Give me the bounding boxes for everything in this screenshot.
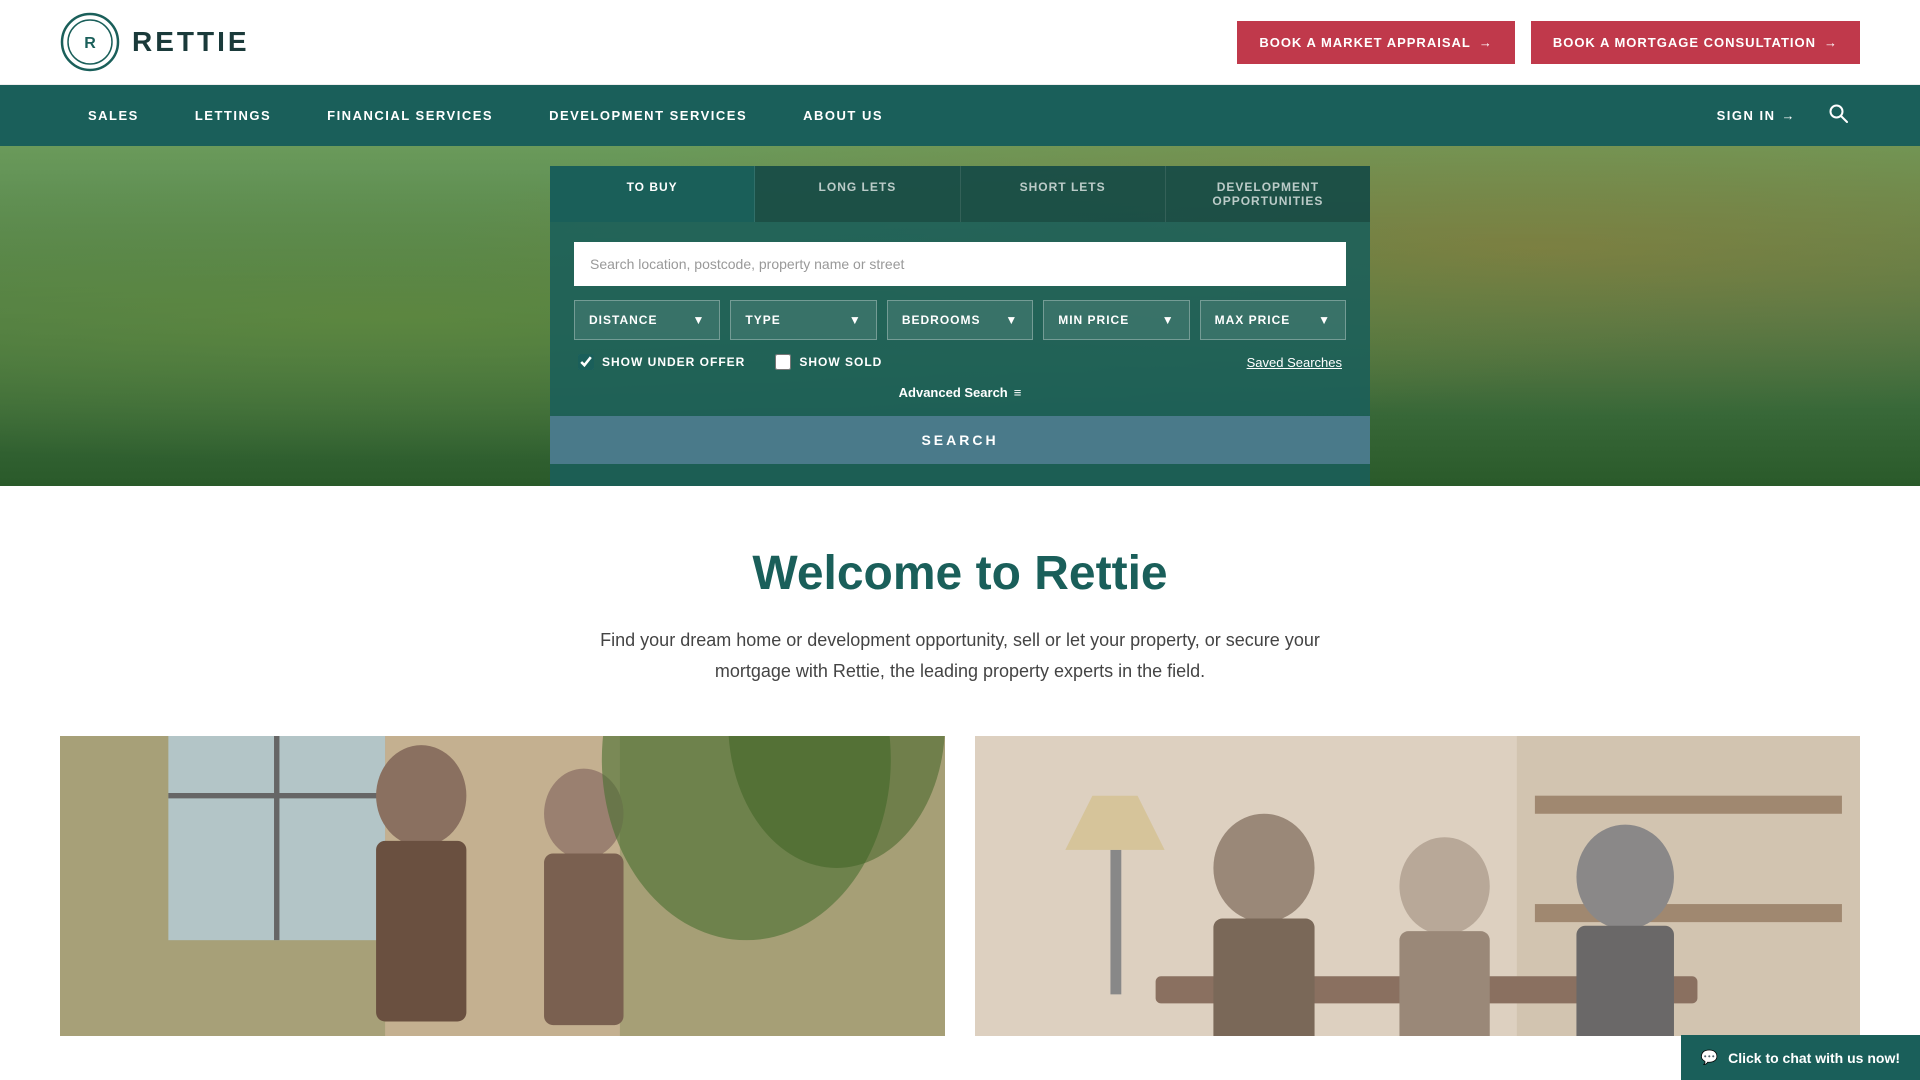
hero-section: TO BUY LONG LETS SHORT LETS DEVELOPMENT …	[0, 146, 1920, 486]
show-sold-checkbox[interactable]: SHOW SOLD	[775, 354, 882, 370]
logo-text: RETTIE	[132, 26, 250, 58]
chat-label: Click to chat with us now!	[1728, 1050, 1900, 1066]
search-content: DISTANCE ▼ TYPE ▼ BEDROOMS ▼ MIN PRICE ▼…	[550, 222, 1370, 402]
search-input-row	[574, 242, 1346, 286]
header-buttons: BOOK A MARKET APPRAISAL → BOOK A MORTGAG…	[1237, 21, 1860, 64]
main-nav: SALES LETTINGS FINANCIAL SERVICES DEVELO…	[0, 85, 1920, 146]
chat-icon: 💬	[1701, 1049, 1718, 1066]
chat-widget[interactable]: 💬 Click to chat with us now!	[1681, 1035, 1920, 1080]
nav-item-development-services[interactable]: DEVELOPMENT SERVICES	[521, 90, 775, 141]
show-under-offer-checkbox[interactable]: SHOW UNDER OFFER	[578, 354, 745, 370]
logo-area[interactable]: R RETTIE	[60, 12, 250, 72]
max-price-filter[interactable]: MAX PRICE ▼	[1200, 300, 1346, 340]
tab-to-buy[interactable]: TO BUY	[550, 166, 755, 222]
rettie-logo-icon: R	[60, 12, 120, 72]
search-button[interactable]: SEARCH	[550, 416, 1370, 464]
nav-item-sales[interactable]: SALES	[60, 90, 167, 141]
show-sold-input[interactable]	[775, 354, 791, 370]
type-filter[interactable]: TYPE ▼	[730, 300, 876, 340]
header: R RETTIE BOOK A MARKET APPRAISAL → BOOK …	[0, 0, 1920, 85]
nav-item-lettings[interactable]: LETTINGS	[167, 90, 299, 141]
welcome-description: Find your dream home or development oppo…	[600, 625, 1320, 686]
book-appraisal-button[interactable]: BOOK A MARKET APPRAISAL →	[1237, 21, 1515, 64]
welcome-title: Welcome to Rettie	[40, 546, 1880, 601]
sign-in-button[interactable]: SIGN IN →	[1697, 90, 1816, 141]
welcome-section: Welcome to Rettie Find your dream home o…	[0, 486, 1920, 736]
tab-development-opportunities[interactable]: DEVELOPMENT OPPORTUNITIES	[1166, 166, 1370, 222]
nav-item-financial-services[interactable]: FINANCIAL SERVICES	[299, 90, 521, 141]
cards-row	[0, 736, 1920, 1036]
search-nav-icon[interactable]	[1816, 85, 1860, 146]
svg-text:R: R	[84, 35, 96, 52]
bedrooms-filter[interactable]: BEDROOMS ▼	[887, 300, 1033, 340]
advanced-search-link[interactable]: Advanced Search ≡	[899, 385, 1022, 400]
distance-filter[interactable]: DISTANCE ▼	[574, 300, 720, 340]
search-input[interactable]	[574, 242, 1346, 286]
advanced-search-row: Advanced Search ≡	[574, 384, 1346, 402]
nav-item-about-us[interactable]: ABOUT US	[775, 90, 911, 141]
book-mortgage-button[interactable]: BOOK A MORTGAGE CONSULTATION →	[1531, 21, 1860, 64]
filter-row: DISTANCE ▼ TYPE ▼ BEDROOMS ▼ MIN PRICE ▼…	[574, 300, 1346, 340]
saved-searches-link[interactable]: Saved Searches	[1247, 355, 1342, 370]
card-consulting[interactable]	[975, 736, 1860, 1036]
property-type-tabs: TO BUY LONG LETS SHORT LETS DEVELOPMENT …	[550, 166, 1370, 222]
nav-items: SALES LETTINGS FINANCIAL SERVICES DEVELO…	[60, 90, 1697, 141]
min-price-filter[interactable]: MIN PRICE ▼	[1043, 300, 1189, 340]
tab-short-lets[interactable]: SHORT LETS	[961, 166, 1166, 222]
search-panel: TO BUY LONG LETS SHORT LETS DEVELOPMENT …	[550, 166, 1370, 486]
tab-long-lets[interactable]: LONG LETS	[755, 166, 960, 222]
under-offer-input[interactable]	[578, 354, 594, 370]
card-buying[interactable]	[60, 736, 945, 1036]
checkbox-row: SHOW UNDER OFFER SHOW SOLD Saved Searche…	[574, 354, 1346, 370]
